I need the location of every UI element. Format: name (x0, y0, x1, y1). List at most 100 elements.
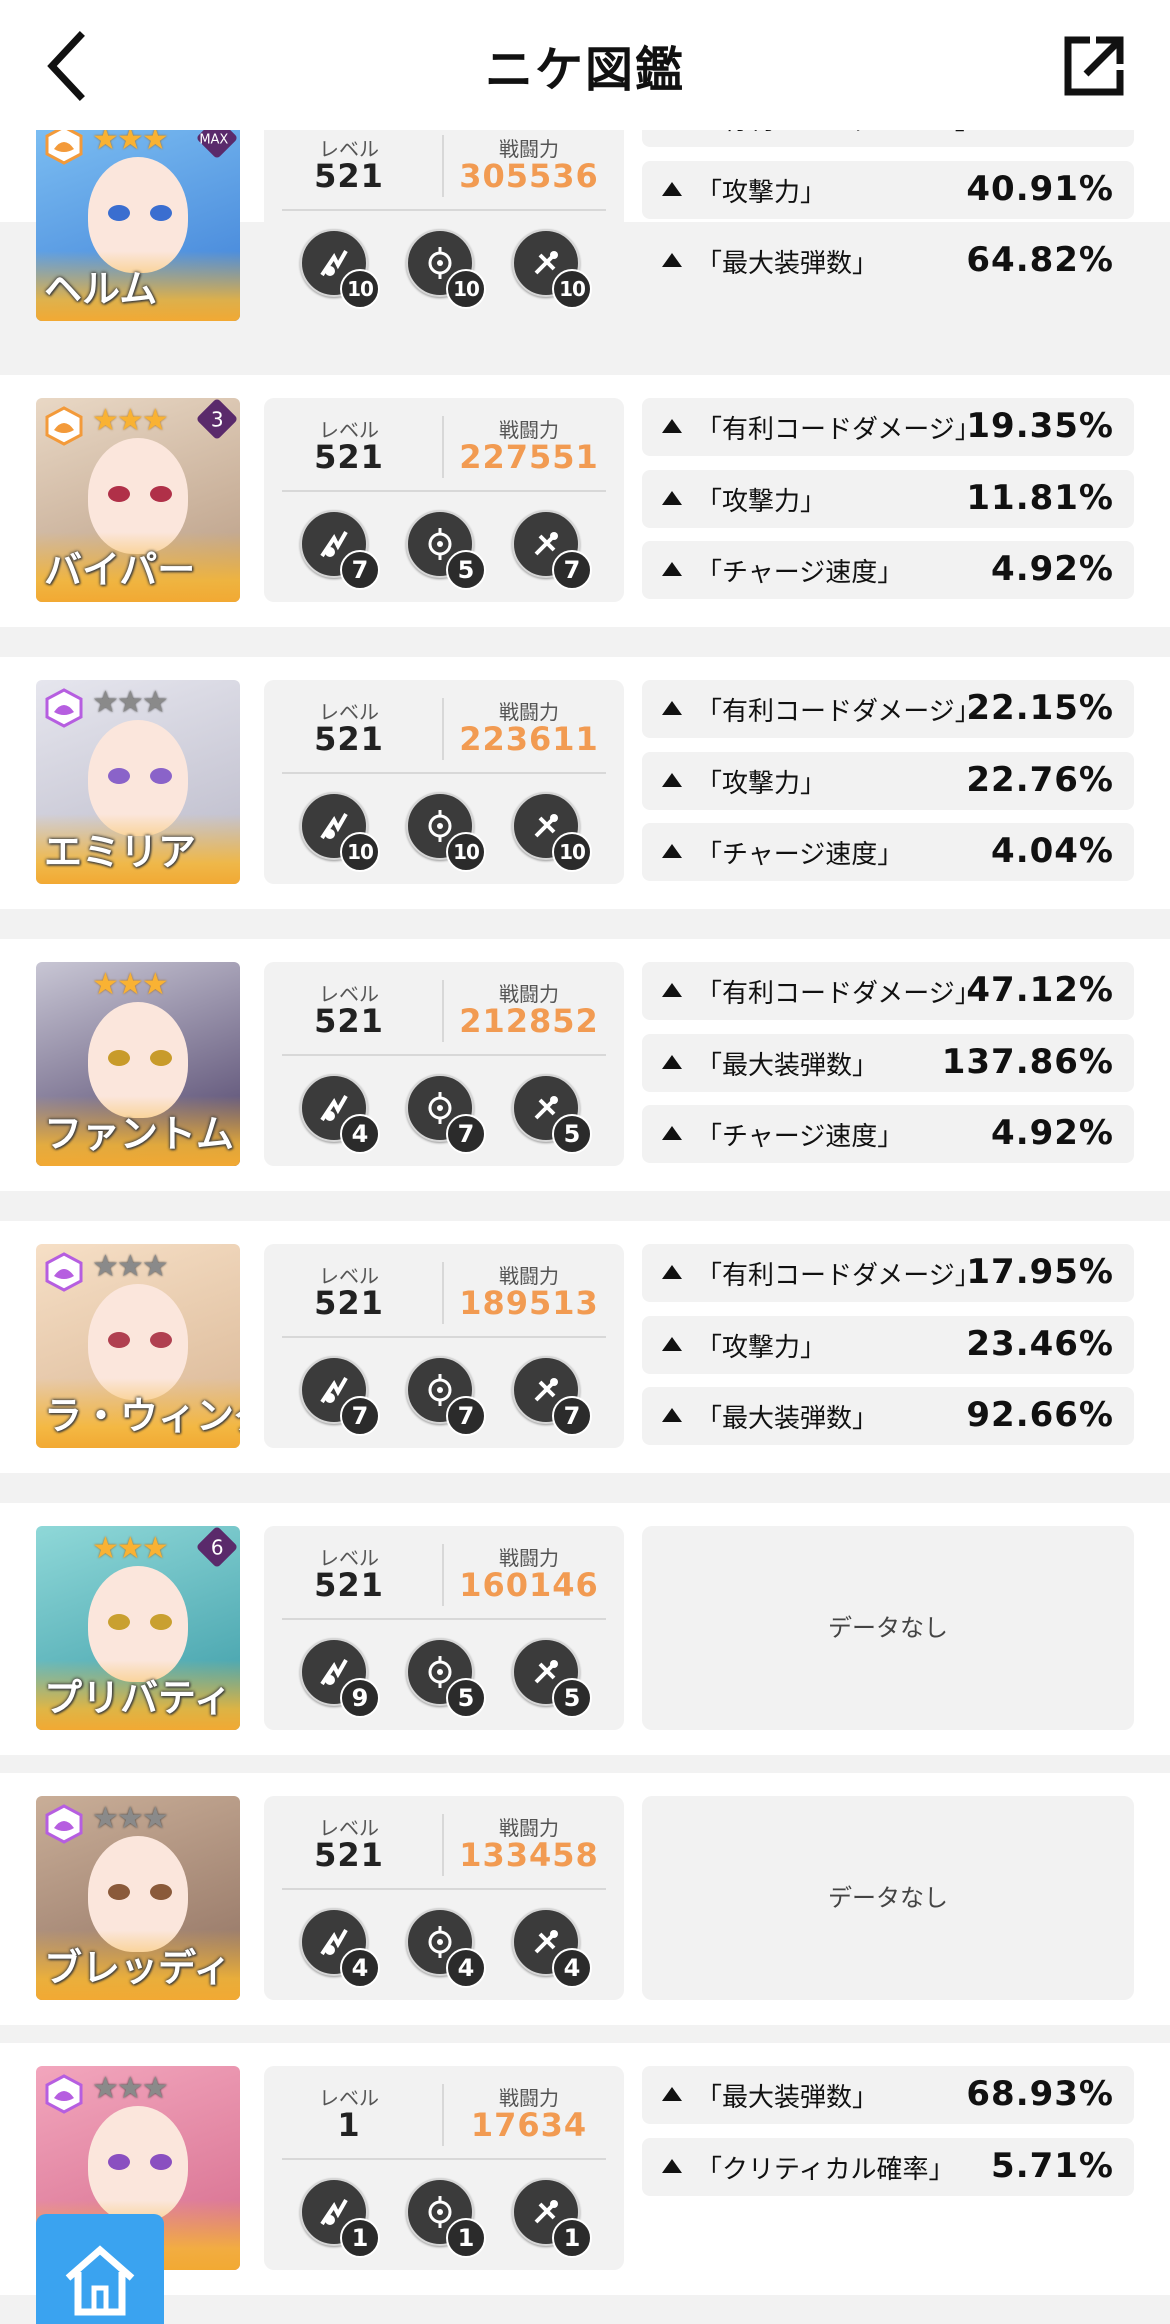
skill-icon[interactable]: 5 (406, 1638, 486, 1718)
nikke-card[interactable]: ★★★ラ・ウィンダレベル戦闘力521189513777「有利コードダメージ」17… (0, 1221, 1170, 1473)
divider (442, 2084, 444, 2146)
nikke-portrait[interactable]: ★★★ MAX ヘルム (36, 117, 240, 321)
external-link-icon (1064, 36, 1124, 96)
option-row: 「攻撃力」 23.46% (642, 1316, 1134, 1374)
skill-icon[interactable]: 7 (512, 1356, 592, 1436)
skill-icon[interactable]: 4 (300, 1908, 380, 1988)
skill-icon[interactable]: 1 (406, 2178, 486, 2258)
level-value: 521 (314, 1002, 384, 1040)
star-icon: ★ (116, 685, 144, 720)
skill-icon[interactable]: 4 (406, 1908, 486, 1988)
option-value: 19.35% (966, 406, 1114, 446)
skill-icon[interactable]: 7 (300, 510, 380, 590)
divider (282, 1888, 606, 1890)
nikke-portrait[interactable]: ★★★ラ・ウィンダ (36, 1244, 240, 1448)
divider (282, 490, 606, 492)
burst-icon (45, 1804, 83, 1844)
skill-icon[interactable]: 1 (300, 2178, 380, 2258)
divider (442, 980, 444, 1042)
nikke-portrait[interactable]: ★★★ 6 プリバティ (36, 1526, 240, 1730)
divider (442, 1544, 444, 1606)
option-name: 「クリティカル確率」 (696, 2155, 955, 2185)
skill-icon[interactable]: 10 (512, 229, 592, 309)
skill-icon[interactable]: 10 (512, 792, 592, 872)
skill-icon[interactable]: 7 (406, 1356, 486, 1436)
home-button[interactable] (36, 2214, 164, 2324)
option-row: 「有利コードダメージ」 17.95% (642, 1244, 1134, 1302)
skill-icon[interactable]: 10 (406, 229, 486, 309)
skill-icon[interactable]: 4 (300, 1074, 380, 1154)
star-icon: ★ (92, 1531, 119, 1566)
option-name: 「有利コードダメージ」 (696, 697, 981, 727)
nikke-portrait[interactable]: ★★★ 3 バイパー (36, 398, 240, 602)
nikke-name: ブレッディ (44, 1946, 232, 1990)
nikke-card[interactable]: ★★★ ファントム レベル 戦闘力 521 212852 4 7 5 「有利コードダメージ」 47.… (0, 939, 1170, 1191)
skill-icon[interactable]: 10 (300, 229, 380, 309)
share-button[interactable] (1060, 30, 1130, 100)
option-row: 「有利コードダメージ」 22.15% (642, 680, 1134, 738)
nikke-name: ヘルム (44, 267, 158, 311)
portrait-eye (108, 1614, 130, 1630)
star-icon: ★ (141, 967, 169, 1002)
star-rating: ★★★ (92, 967, 169, 1002)
skill-icon[interactable]: 7 (512, 510, 592, 590)
nikke-portrait[interactable]: ★★★ エミリア (36, 680, 240, 884)
star-rating: ★★★ (92, 2071, 169, 2106)
nikke-portrait[interactable]: ★★★ ファントム (36, 962, 240, 1166)
divider (282, 1618, 606, 1620)
skill-level-badge: 7 (340, 1396, 380, 1436)
star-icon: ★ (141, 1801, 169, 1836)
option-name: 「有利コードダメージ」 (696, 415, 981, 445)
nikke-card[interactable]: ★★★ ブレッディ レベル 戦闘力 521 133458 4 4 4 データなし (0, 1773, 1170, 2025)
combat-power-value: 17634 (470, 2106, 588, 2144)
skill-level-badge: 4 (340, 1948, 380, 1988)
triangle-up-icon (662, 2087, 682, 2101)
overload-options: 「有利コードダメージ」 19.35% 「攻撃力」 11.81% 「チャージ速度」 4.92… (642, 398, 1134, 602)
triangle-up-icon (662, 2159, 682, 2173)
skill-icon[interactable]: 5 (512, 1638, 592, 1718)
star-icon: ★ (116, 967, 144, 1002)
skill-icon[interactable]: 7 (406, 1074, 486, 1154)
stat-box: レベル 戦闘力 521 227551 7 5 7 (264, 398, 624, 602)
level-value: 521 (314, 438, 384, 476)
option-value: 23.46% (966, 1324, 1114, 1364)
skill-icon[interactable]: 4 (512, 1908, 592, 1988)
stat-box: レベル 戦闘力 521 223611 10 10 10 (264, 680, 624, 884)
skill-icon[interactable]: 5 (512, 1074, 592, 1154)
portrait-eye (150, 1884, 172, 1900)
divider (282, 1336, 606, 1338)
skill-level-badge: 7 (552, 1396, 592, 1436)
skill-icon[interactable]: 10 (300, 792, 380, 872)
divider (282, 209, 606, 211)
stat-box: レベル 戦闘力 521 305536 10 10 10 (264, 117, 624, 321)
level-value: 1 (337, 2106, 361, 2144)
skill-icon[interactable]: 9 (300, 1638, 380, 1718)
option-name: 「最大装弾数」 (696, 1051, 879, 1081)
nikke-name: ファントム (44, 1112, 235, 1156)
portrait-eye (150, 1050, 172, 1066)
nikke-list[interactable]: ★★★MAXヘルムレベル戦闘力521305536101010「有利コードダメージ… (0, 0, 1170, 2304)
burst-icon (45, 406, 83, 446)
triangle-up-icon (662, 491, 682, 505)
nikke-card[interactable]: ★★★レンレベル戦闘力117634111「最大装弾数」68.93%「クリティカル… (0, 2043, 1170, 2295)
nikke-card[interactable]: ★★★ エミリア レベル 戦闘力 521 223611 10 10 10 「有利コードダメージ」 2… (0, 657, 1170, 909)
star-rating: ★★★ (92, 1801, 169, 1836)
star-icon: ★ (116, 2071, 144, 2106)
combat-power-value: 160146 (459, 1566, 599, 1604)
overload-options: 「有利コードダメージ」 22.15% 「攻撃力」 22.76% 「チャージ速度」 4.04… (642, 680, 1134, 884)
skill-icon[interactable]: 5 (406, 510, 486, 590)
skill-level-badge: 10 (340, 832, 380, 872)
nikke-portrait[interactable]: ★★★ ブレッディ (36, 1796, 240, 2000)
skill-icon[interactable]: 7 (300, 1356, 380, 1436)
nikke-card[interactable]: ★★★ 6 プリバティ レベル 戦闘力 521 160146 9 5 5 データなし (0, 1503, 1170, 1755)
triangle-up-icon (662, 1337, 682, 1351)
star-icon: ★ (141, 1249, 169, 1284)
combat-power-value: 227551 (459, 438, 599, 476)
nikke-card[interactable]: ★★★ 3 バイパー レベル 戦闘力 521 227551 7 5 7 「有利コードダメージ」 19.… (0, 375, 1170, 627)
skill-icon[interactable]: 1 (512, 2178, 592, 2258)
skill-icon[interactable]: 10 (406, 792, 486, 872)
skill-level-badge: 7 (552, 550, 592, 590)
stat-box: レベル 戦闘力 1 17634 1 1 1 (264, 2066, 624, 2270)
portrait-eye (150, 1332, 172, 1348)
skill-level-badge: 7 (446, 1396, 486, 1436)
